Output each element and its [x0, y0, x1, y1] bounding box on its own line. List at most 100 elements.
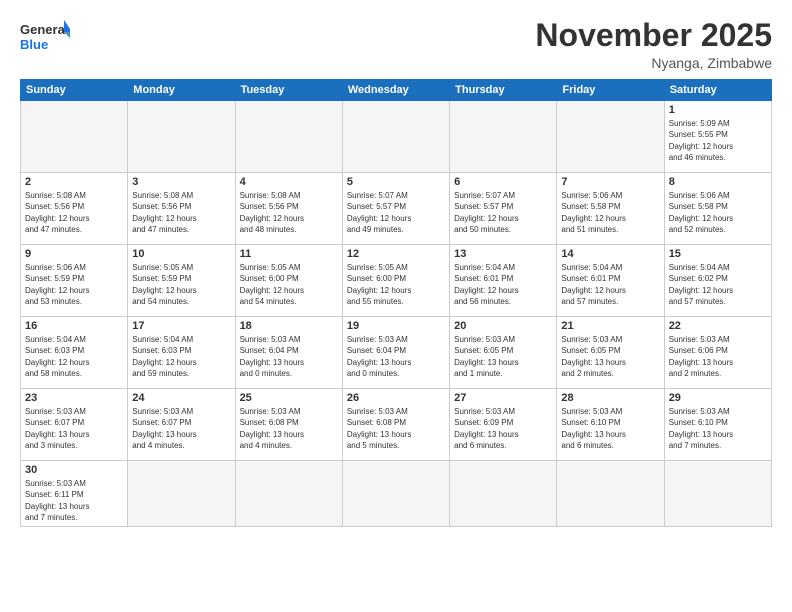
calendar-table: SundayMondayTuesdayWednesdayThursdayFrid… [20, 79, 772, 527]
day-number: 26 [347, 392, 445, 404]
calendar-cell: 6Sunrise: 5:07 AM Sunset: 5:57 PM Daylig… [450, 173, 557, 245]
location: Nyanga, Zimbabwe [535, 55, 772, 71]
day-number: 27 [454, 392, 552, 404]
day-info: Sunrise: 5:08 AM Sunset: 5:56 PM Dayligh… [132, 190, 230, 235]
day-number: 22 [669, 320, 767, 332]
day-info: Sunrise: 5:03 AM Sunset: 6:05 PM Dayligh… [561, 334, 659, 379]
calendar-cell: 10 Sunrise: 5:05 AM Sunset: 5:59 PM Dayli… [128, 245, 235, 317]
day-number: 2 [25, 176, 123, 188]
calendar-week-row: 9Sunrise: 5:06 AM Sunset: 5:59 PM Daylig… [21, 245, 772, 317]
day-info: Sunrise: 5:03 AM Sunset: 6:11 PM Dayligh… [25, 478, 123, 523]
day-info: Sunrise: 5:06 AM Sunset: 5:59 PM Dayligh… [25, 262, 123, 307]
calendar-cell: 2 Sunrise: 5:08 AM Sunset: 5:56 PM Daylig… [21, 173, 128, 245]
calendar-week-row: 2 Sunrise: 5:08 AM Sunset: 5:56 PM Daylig… [21, 173, 772, 245]
calendar-cell: 8Sunrise: 5:06 AM Sunset: 5:58 PM Daylig… [664, 173, 771, 245]
calendar-cell [128, 461, 235, 527]
calendar-cell: 28 Sunrise: 5:03 AM Sunset: 6:10 PM Dayli… [557, 389, 664, 461]
calendar-cell: 24 Sunrise: 5:03 AM Sunset: 6:07 PM Dayli… [128, 389, 235, 461]
day-number: 17 [132, 320, 230, 332]
svg-text:Blue: Blue [20, 37, 48, 52]
day-number: 10 [132, 248, 230, 260]
calendar-cell: 3 Sunrise: 5:08 AM Sunset: 5:56 PM Daylig… [128, 173, 235, 245]
day-number: 11 [240, 248, 338, 260]
svg-text:General: General [20, 22, 68, 37]
header: General Blue November 2025 Nyanga, Zimba… [20, 18, 772, 71]
day-number: 20 [454, 320, 552, 332]
day-number: 8 [669, 176, 767, 188]
day-number: 29 [669, 392, 767, 404]
calendar-cell: 19Sunrise: 5:03 AM Sunset: 6:04 PM Dayli… [342, 317, 449, 389]
calendar-cell: 13Sunrise: 5:04 AM Sunset: 6:01 PM Dayli… [450, 245, 557, 317]
day-info: Sunrise: 5:05 AM Sunset: 6:00 PM Dayligh… [347, 262, 445, 307]
day-number: 3 [132, 176, 230, 188]
calendar-cell: 12 Sunrise: 5:05 AM Sunset: 6:00 PM Dayli… [342, 245, 449, 317]
calendar-header-row: SundayMondayTuesdayWednesdayThursdayFrid… [21, 80, 772, 101]
day-info: Sunrise: 5:04 AM Sunset: 6:01 PM Dayligh… [561, 262, 659, 307]
day-number: 4 [240, 176, 338, 188]
calendar-cell: 21 Sunrise: 5:03 AM Sunset: 6:05 PM Dayli… [557, 317, 664, 389]
day-number: 1 [669, 104, 767, 116]
calendar-cell [235, 461, 342, 527]
day-info: Sunrise: 5:03 AM Sunset: 6:04 PM Dayligh… [240, 334, 338, 379]
day-info: Sunrise: 5:03 AM Sunset: 6:08 PM Dayligh… [347, 406, 445, 451]
day-info: Sunrise: 5:03 AM Sunset: 6:07 PM Dayligh… [25, 406, 123, 451]
calendar-cell: 9Sunrise: 5:06 AM Sunset: 5:59 PM Daylig… [21, 245, 128, 317]
calendar-cell [342, 101, 449, 173]
day-info: Sunrise: 5:03 AM Sunset: 6:05 PM Dayligh… [454, 334, 552, 379]
day-info: Sunrise: 5:07 AM Sunset: 5:57 PM Dayligh… [347, 190, 445, 235]
calendar-cell: 4Sunrise: 5:08 AM Sunset: 5:56 PM Daylig… [235, 173, 342, 245]
calendar-cell: 1 Sunrise: 5:09 AM Sunset: 5:55 PM Daylig… [664, 101, 771, 173]
calendar-col-sunday: Sunday [21, 80, 128, 101]
day-number: 5 [347, 176, 445, 188]
calendar-cell: 16 Sunrise: 5:04 AM Sunset: 6:03 PM Dayli… [21, 317, 128, 389]
day-info: Sunrise: 5:03 AM Sunset: 6:06 PM Dayligh… [669, 334, 767, 379]
day-info: Sunrise: 5:09 AM Sunset: 5:55 PM Dayligh… [669, 118, 767, 163]
calendar-cell [557, 101, 664, 173]
calendar-cell [128, 101, 235, 173]
day-info: Sunrise: 5:05 AM Sunset: 5:59 PM Dayligh… [132, 262, 230, 307]
calendar-cell [450, 461, 557, 527]
day-number: 28 [561, 392, 659, 404]
day-number: 14 [561, 248, 659, 260]
calendar-cell: 18Sunrise: 5:03 AM Sunset: 6:04 PM Dayli… [235, 317, 342, 389]
day-info: Sunrise: 5:04 AM Sunset: 6:03 PM Dayligh… [25, 334, 123, 379]
calendar-page: General Blue November 2025 Nyanga, Zimba… [0, 0, 792, 612]
calendar-cell: 20 Sunrise: 5:03 AM Sunset: 6:05 PM Dayli… [450, 317, 557, 389]
logo-svg: General Blue [20, 18, 70, 60]
calendar-cell: 7 Sunrise: 5:06 AM Sunset: 5:58 PM Daylig… [557, 173, 664, 245]
calendar-cell: 5 Sunrise: 5:07 AM Sunset: 5:57 PM Daylig… [342, 173, 449, 245]
logo: General Blue [20, 18, 70, 60]
calendar-cell: 14 Sunrise: 5:04 AM Sunset: 6:01 PM Dayli… [557, 245, 664, 317]
title-block: November 2025 Nyanga, Zimbabwe [535, 18, 772, 71]
day-info: Sunrise: 5:03 AM Sunset: 6:04 PM Dayligh… [347, 334, 445, 379]
day-number: 21 [561, 320, 659, 332]
day-info: Sunrise: 5:06 AM Sunset: 5:58 PM Dayligh… [561, 190, 659, 235]
day-number: 15 [669, 248, 767, 260]
day-number: 30 [25, 464, 123, 476]
day-number: 6 [454, 176, 552, 188]
calendar-cell [450, 101, 557, 173]
calendar-cell [21, 101, 128, 173]
day-number: 7 [561, 176, 659, 188]
calendar-cell: 22 Sunrise: 5:03 AM Sunset: 6:06 PM Dayli… [664, 317, 771, 389]
day-number: 12 [347, 248, 445, 260]
day-info: Sunrise: 5:03 AM Sunset: 6:08 PM Dayligh… [240, 406, 338, 451]
calendar-cell [557, 461, 664, 527]
month-title: November 2025 [535, 18, 772, 53]
day-info: Sunrise: 5:03 AM Sunset: 6:07 PM Dayligh… [132, 406, 230, 451]
day-number: 16 [25, 320, 123, 332]
calendar-col-saturday: Saturday [664, 80, 771, 101]
calendar-cell [342, 461, 449, 527]
day-info: Sunrise: 5:03 AM Sunset: 6:10 PM Dayligh… [561, 406, 659, 451]
calendar-week-row: 16 Sunrise: 5:04 AM Sunset: 6:03 PM Dayli… [21, 317, 772, 389]
calendar-cell: 15Sunrise: 5:04 AM Sunset: 6:02 PM Dayli… [664, 245, 771, 317]
day-number: 24 [132, 392, 230, 404]
calendar-cell: 17 Sunrise: 5:04 AM Sunset: 6:03 PM Dayli… [128, 317, 235, 389]
calendar-col-friday: Friday [557, 80, 664, 101]
calendar-col-wednesday: Wednesday [342, 80, 449, 101]
calendar-week-row: 1 Sunrise: 5:09 AM Sunset: 5:55 PM Daylig… [21, 101, 772, 173]
calendar-cell: 26 Sunrise: 5:03 AM Sunset: 6:08 PM Dayli… [342, 389, 449, 461]
day-info: Sunrise: 5:03 AM Sunset: 6:10 PM Dayligh… [669, 406, 767, 451]
day-info: Sunrise: 5:08 AM Sunset: 5:56 PM Dayligh… [25, 190, 123, 235]
day-info: Sunrise: 5:04 AM Sunset: 6:03 PM Dayligh… [132, 334, 230, 379]
